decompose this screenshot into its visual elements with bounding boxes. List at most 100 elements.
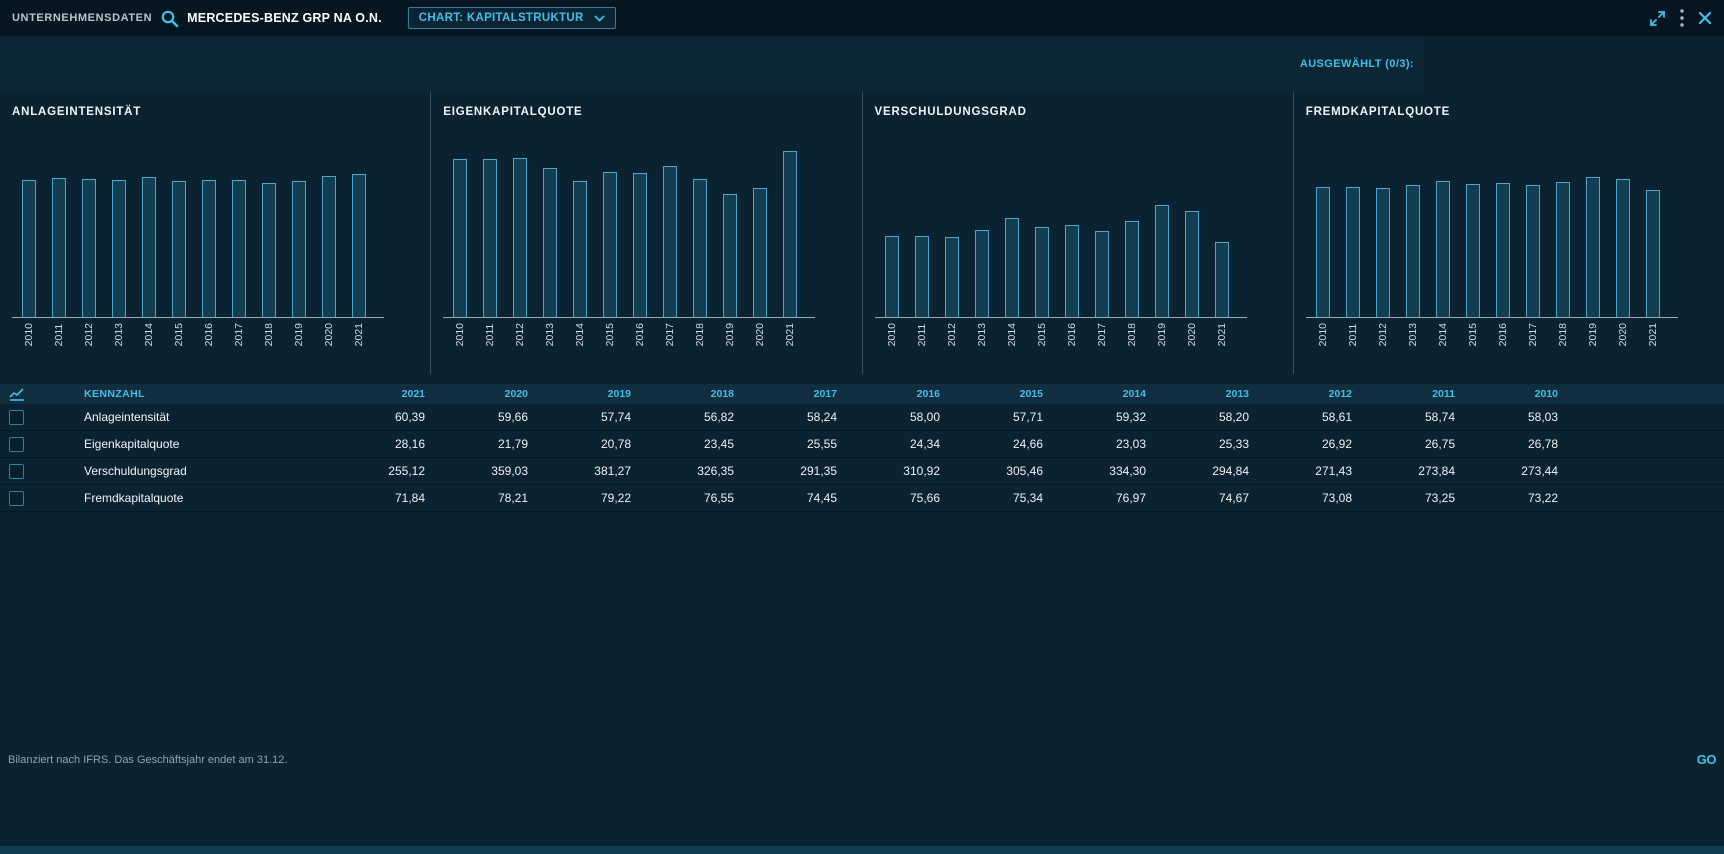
cell-value: 75,66: [837, 491, 940, 505]
x-axis-label: 2013: [113, 323, 125, 346]
x-axis-label: 2021: [1216, 323, 1228, 346]
bar-2014: [1005, 218, 1019, 317]
bar-slot: [745, 140, 775, 317]
cell-value: 58,74: [1352, 410, 1455, 424]
cell-value: 60,39: [322, 410, 425, 424]
bar-slot: [44, 140, 74, 317]
header-year-2020: 2020: [425, 388, 528, 400]
checkbox-cell: [0, 491, 44, 506]
chart-x-axis: 2010201120122013201420152016201720182019…: [875, 323, 1281, 346]
chart-plot: [1306, 140, 1678, 318]
bar-slot: [1638, 140, 1668, 317]
header-year-2018: 2018: [631, 388, 734, 400]
x-axis-label: 2010: [23, 323, 35, 346]
company-name: MERCEDES-BENZ GRP NA O.N.: [187, 11, 382, 25]
x-label-slot: 2010: [14, 323, 44, 346]
close-icon[interactable]: [1698, 11, 1712, 25]
bar-2012: [1376, 188, 1390, 317]
bar-slot: [1057, 140, 1087, 317]
row-checkbox[interactable]: [9, 464, 24, 479]
header-year-2012: 2012: [1249, 388, 1352, 400]
bar-2021: [1215, 242, 1229, 317]
x-label-slot: 2013: [535, 323, 565, 346]
x-label-slot: 2019: [284, 323, 314, 346]
x-axis-label: 2019: [1587, 323, 1599, 346]
row-checkbox[interactable]: [9, 437, 24, 452]
bar-2020: [753, 188, 767, 317]
bar-slot: [685, 140, 715, 317]
x-label-slot: 2012: [505, 323, 535, 346]
checkbox-cell: [0, 410, 44, 425]
cell-value: 310,92: [837, 464, 940, 478]
kebab-menu-icon[interactable]: [1680, 9, 1684, 27]
section-label: UNTERNEHMENSDATEN: [12, 12, 152, 24]
footer: Bilanziert nach IFRS. Das Geschäftsjahr …: [8, 752, 1716, 767]
cell-value: 76,55: [631, 491, 734, 505]
x-axis-label: 2019: [724, 323, 736, 346]
header-year-2013: 2013: [1146, 388, 1249, 400]
chart-line-icon[interactable]: [0, 387, 44, 401]
x-axis-label: 2012: [514, 323, 526, 346]
bar-2016: [633, 173, 647, 317]
bar-2013: [543, 168, 557, 317]
bar-2019: [1155, 205, 1169, 317]
x-axis-label: 2017: [1096, 323, 1108, 346]
x-axis-label: 2020: [1186, 323, 1198, 346]
cell-value: 291,35: [734, 464, 837, 478]
bottom-strip: [0, 846, 1724, 854]
cell-value: 21,79: [425, 437, 528, 451]
cell-value: 59,32: [1043, 410, 1146, 424]
cell-value: 24,34: [837, 437, 940, 451]
chart-title: ANLAGEINTENSITÄT: [12, 106, 418, 118]
x-label-slot: 2018: [685, 323, 715, 346]
topbar-actions: [1649, 9, 1712, 27]
expand-icon[interactable]: [1649, 10, 1666, 27]
bar-2010: [453, 159, 467, 317]
header-year-2019: 2019: [528, 388, 631, 400]
bar-2010: [22, 180, 36, 317]
bar-2016: [1496, 183, 1510, 317]
x-axis-label: 2021: [784, 323, 796, 346]
bar-slot: [997, 140, 1027, 317]
row-checkbox[interactable]: [9, 491, 24, 506]
topbar: UNTERNEHMENSDATEN MERCEDES-BENZ GRP NA O…: [0, 0, 1724, 36]
chart-panel-4: FREMDKAPITALQUOTE20102011201220132014201…: [1293, 92, 1724, 374]
bar-slot: [1177, 140, 1207, 317]
cell-value: 58,61: [1249, 410, 1352, 424]
bar-2010: [1316, 187, 1330, 317]
table-row-2: Eigenkapitalquote28,1621,7920,7823,4525,…: [0, 431, 1724, 458]
bar-slot: [1087, 140, 1117, 317]
cell-value: 57,71: [940, 410, 1043, 424]
bar-2016: [202, 180, 216, 317]
x-label-slot: 2011: [44, 323, 74, 346]
x-label-slot: 2019: [1578, 323, 1608, 346]
x-axis-label: 2011: [916, 323, 928, 346]
cell-value: 24,66: [940, 437, 1043, 451]
bar-2015: [1466, 184, 1480, 317]
bar-2019: [292, 181, 306, 317]
chart-plot: [875, 140, 1247, 318]
chart-title: VERSCHULDUNGSGRAD: [875, 106, 1281, 118]
bar-slot: [1548, 140, 1578, 317]
search-icon[interactable]: [160, 9, 179, 28]
chart-type-dropdown[interactable]: CHART: KAPITALSTRUKTUR: [408, 7, 616, 29]
cell-value: 305,46: [940, 464, 1043, 478]
x-label-slot: 2021: [1207, 323, 1237, 346]
x-label-slot: 2016: [1057, 323, 1087, 346]
bar-slot: [1117, 140, 1147, 317]
bar-2011: [52, 178, 66, 317]
x-label-slot: 2020: [745, 323, 775, 346]
x-label-slot: 2013: [104, 323, 134, 346]
cell-value: 73,08: [1249, 491, 1352, 505]
row-checkbox[interactable]: [9, 410, 24, 425]
bar-slot: [1368, 140, 1398, 317]
cell-value: 381,27: [528, 464, 631, 478]
x-label-slot: 2017: [1087, 323, 1117, 346]
cell-value: 25,33: [1146, 437, 1249, 451]
x-axis-label: 2019: [293, 323, 305, 346]
x-axis-label: 2011: [1347, 323, 1359, 346]
bar-2015: [172, 181, 186, 317]
bar-slot: [535, 140, 565, 317]
bar-slot: [775, 140, 805, 317]
bar-2019: [723, 194, 737, 317]
